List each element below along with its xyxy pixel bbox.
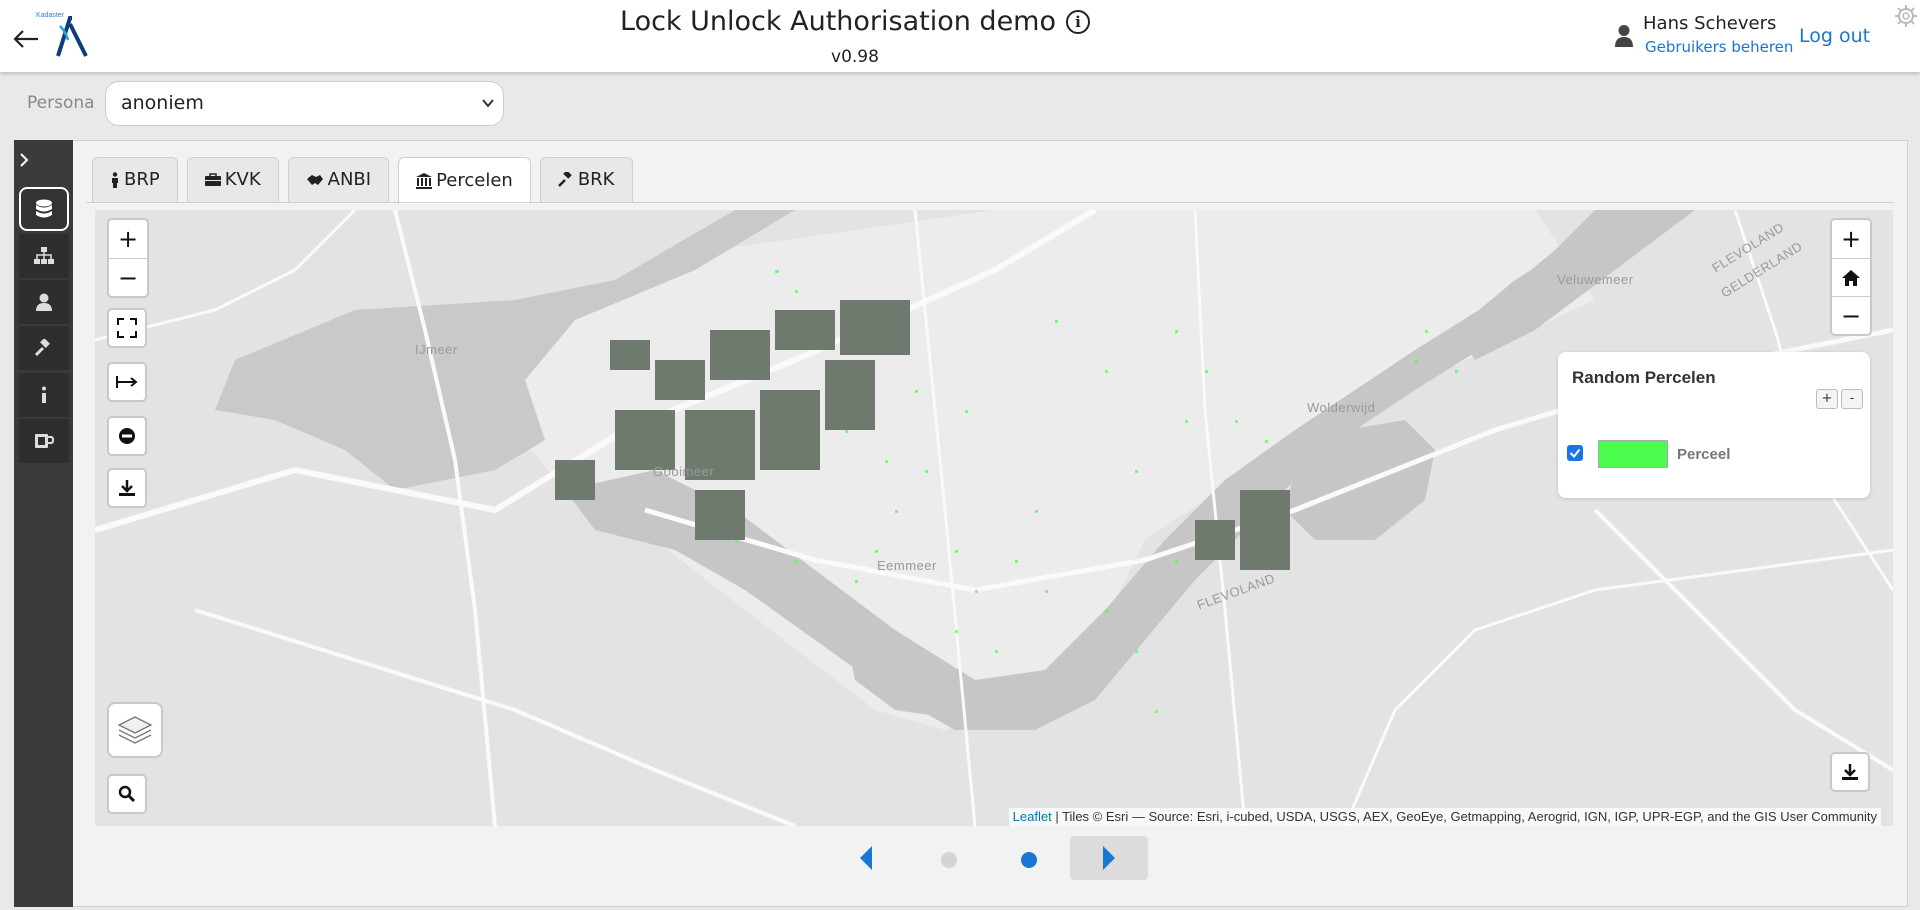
tab-brk[interactable]: BRK	[539, 157, 633, 202]
right-zoom-in-button[interactable]: +	[1832, 220, 1870, 258]
carousel-pager	[95, 826, 1893, 890]
sidebar	[14, 140, 73, 907]
right-zoom-control: + −	[1830, 218, 1872, 336]
app-title: Lock Unlock Authorisation demo i	[0, 6, 1710, 37]
tab-brp[interactable]: BRP	[92, 157, 178, 202]
map-label-wolderwijd: Wolderwijd	[1307, 400, 1376, 415]
legend-panel: Random Percelen + - Perceel	[1558, 352, 1870, 498]
fullscreen-icon[interactable]	[107, 308, 147, 348]
export-download-icon[interactable]	[1830, 752, 1870, 792]
info-icon[interactable]	[19, 373, 69, 417]
manage-users-link[interactable]: Gebruikers beheren	[1645, 38, 1793, 56]
home-icon[interactable]	[1832, 258, 1870, 296]
database-icon[interactable]	[19, 187, 69, 231]
tab-kvk[interactable]: KVK	[186, 157, 279, 202]
fit-width-icon[interactable]	[107, 362, 147, 402]
map-view[interactable]: IJmeer Gooimeer Eemmeer Wolderwijd Veluw…	[95, 210, 1893, 826]
search-icon[interactable]	[107, 774, 147, 814]
sidebar-expand-icon[interactable]	[18, 148, 40, 170]
persona-label: Persona	[27, 93, 95, 113]
legend-item-label: Perceel	[1677, 446, 1731, 463]
attribution-separator: |	[1051, 809, 1063, 824]
app-title-text: Lock Unlock Authorisation demo	[620, 6, 1056, 37]
legend-collapse-button[interactable]: -	[1841, 389, 1863, 409]
attribution-text: Tiles © Esri — Source: Esri, i-cubed, US…	[1062, 809, 1877, 824]
tab-percelen[interactable]: Percelen	[398, 157, 531, 204]
handshake-icon	[306, 175, 323, 185]
zoom-out-button[interactable]: −	[109, 258, 147, 296]
user-icon[interactable]	[19, 280, 69, 324]
map-label-ijmeer: IJmeer	[415, 342, 458, 357]
tab-label: Percelen	[436, 170, 513, 191]
tab-label: KVK	[224, 169, 261, 190]
gavel-icon[interactable]	[19, 326, 69, 370]
legend-layer-checkbox[interactable]	[1567, 445, 1583, 461]
pager-dot-2[interactable]	[1021, 852, 1037, 868]
briefcase-icon	[204, 173, 221, 186]
pager-dot-1[interactable]	[941, 852, 957, 868]
gavel-icon	[557, 172, 572, 187]
user-icon	[1614, 24, 1634, 48]
chevron-down-icon	[481, 82, 495, 142]
persona-select[interactable]: anoniem	[105, 81, 504, 126]
user-name: Hans Schevers	[1643, 13, 1777, 34]
next-arrow-icon[interactable]	[1070, 836, 1148, 880]
tabs-divider	[86, 202, 1894, 203]
layers-icon[interactable]	[107, 702, 163, 758]
sitemap-icon[interactable]	[19, 234, 69, 278]
logout-link[interactable]: Log out	[1799, 25, 1870, 47]
legend-color-swatch	[1598, 440, 1668, 468]
app-header: Kadaster Lock Unlock Authorisation demo i…	[0, 0, 1920, 72]
legend-expand-button[interactable]: +	[1816, 389, 1838, 409]
map-attribution: Leaflet | Tiles © Esri — Source: Esri, i…	[1008, 808, 1881, 826]
legend-title: Random Percelen	[1572, 368, 1716, 387]
tab-label: BRK	[577, 169, 615, 190]
person-icon	[112, 172, 118, 188]
institution-icon	[416, 173, 433, 189]
zoom-control: + −	[107, 218, 149, 298]
map-label-veluwemeer: Veluwemeer	[1557, 272, 1634, 287]
tab-bar: BRP KVK ANBI Percelen BRK	[92, 157, 642, 204]
tab-label: BRP	[124, 169, 160, 190]
leaflet-link[interactable]: Leaflet	[1013, 809, 1052, 824]
previous-arrow-icon[interactable]	[847, 836, 885, 880]
zoom-in-button[interactable]: +	[109, 220, 147, 258]
minus-circle-icon[interactable]	[107, 416, 147, 456]
gear-icon[interactable]	[1894, 4, 1918, 28]
right-zoom-out-button[interactable]: −	[1832, 296, 1870, 334]
persona-selected-value: anoniem	[121, 92, 204, 114]
tab-label: ANBI	[327, 169, 372, 190]
map-label-gooimeer: Gooimeer	[653, 464, 715, 479]
tab-anbi[interactable]: ANBI	[287, 157, 390, 202]
map-label-eemmeer: Eemmeer	[877, 558, 937, 573]
map-basemap	[95, 210, 1893, 826]
app-version: v0.98	[831, 47, 879, 67]
mug-icon[interactable]	[19, 419, 69, 463]
download-icon[interactable]	[107, 468, 147, 508]
info-icon[interactable]: i	[1066, 10, 1090, 34]
